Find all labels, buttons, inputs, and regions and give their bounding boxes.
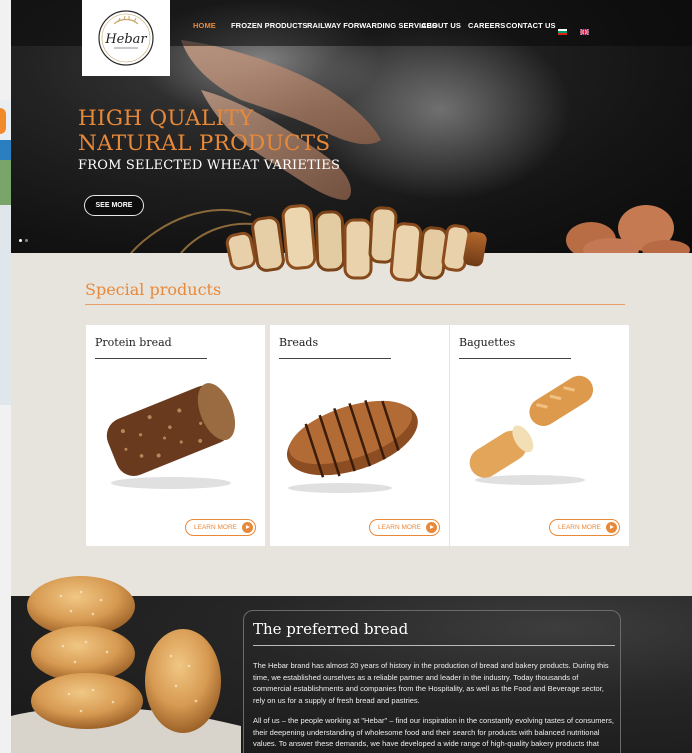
sliced-loaf-image: [286, 399, 418, 493]
hebar-logo[interactable]: Hebar: [82, 0, 170, 76]
bread-rolls-image: [11, 576, 241, 753]
see-more-button[interactable]: SEE MORE: [84, 195, 144, 216]
product-card-breads[interactable]: Breads LEARN MORE: [270, 325, 449, 546]
card-title: Baguettes: [459, 336, 516, 349]
card-title: Breads: [279, 336, 319, 349]
play-arrow-icon: [242, 522, 253, 533]
learn-more-label: LEARN MORE: [378, 524, 421, 531]
baguette-image: [469, 375, 594, 485]
preferred-paragraph-2: All of us – the people working at "Hebar…: [253, 716, 614, 753]
learn-more-label: LEARN MORE: [558, 524, 601, 531]
learn-more-button[interactable]: LEARN MORE: [549, 519, 620, 536]
card-title-underline: [459, 358, 571, 359]
preferred-title: The preferred bread: [253, 620, 409, 638]
hero-title-line-2: NATURAL PRODUCTS: [78, 131, 331, 156]
slider-dots[interactable]: [19, 229, 31, 247]
hero-subtitle: FROM SELECTED WHEAT VARIETIES: [78, 158, 341, 173]
slider-dot[interactable]: [25, 239, 28, 242]
product-card-baguettes[interactable]: Baguettes LEARN MORE: [450, 325, 629, 546]
special-products-divider: [85, 304, 625, 305]
hebar-logo-emblem: Hebar: [98, 10, 154, 66]
play-arrow-icon: [606, 522, 617, 533]
special-products-title: Special products: [85, 280, 222, 299]
nav-contact-us[interactable]: CONTACT US: [506, 21, 556, 30]
learn-more-button[interactable]: LEARN MORE: [185, 519, 256, 536]
hero-title: HIGH QUALITY NATURAL PRODUCTS: [78, 106, 330, 156]
nav-careers[interactable]: CAREERS: [468, 21, 505, 30]
background-window-strip: [0, 0, 11, 753]
learn-more-button[interactable]: LEARN MORE: [369, 519, 440, 536]
slider-dot-active[interactable]: [19, 239, 22, 242]
logo-brand-text: Hebar: [104, 32, 147, 47]
nav-frozen-products[interactable]: FROZEN PRODUCTS: [231, 21, 308, 30]
nav-home[interactable]: HOME: [193, 21, 216, 30]
bulgarian-flag-icon[interactable]: [558, 22, 567, 35]
card-title: Protein bread: [95, 336, 172, 349]
learn-more-label: LEARN MORE: [194, 524, 237, 531]
preferred-divider: [253, 645, 615, 646]
product-card-protein-bread[interactable]: Protein bread LEARN MORE: [86, 325, 265, 546]
play-arrow-icon: [426, 522, 437, 533]
protein-bread-image: [106, 383, 236, 489]
card-title-underline: [95, 358, 207, 359]
nav-railway-forwarding[interactable]: RAILWAY FORWARDING SERVICES: [307, 21, 437, 30]
sliced-bread-image: [225, 204, 487, 282]
nav-about-us[interactable]: ABOUT US: [421, 21, 461, 30]
hero-title-line-1: HIGH QUALITY: [78, 106, 254, 131]
uk-flag-icon[interactable]: [579, 22, 590, 36]
card-title-underline: [279, 358, 391, 359]
preferred-paragraph-1: The Hebar brand has almost 20 years of h…: [253, 661, 609, 705]
website-page: HOME FROZEN PRODUCTS RAILWAY FORWARDING …: [11, 0, 692, 753]
